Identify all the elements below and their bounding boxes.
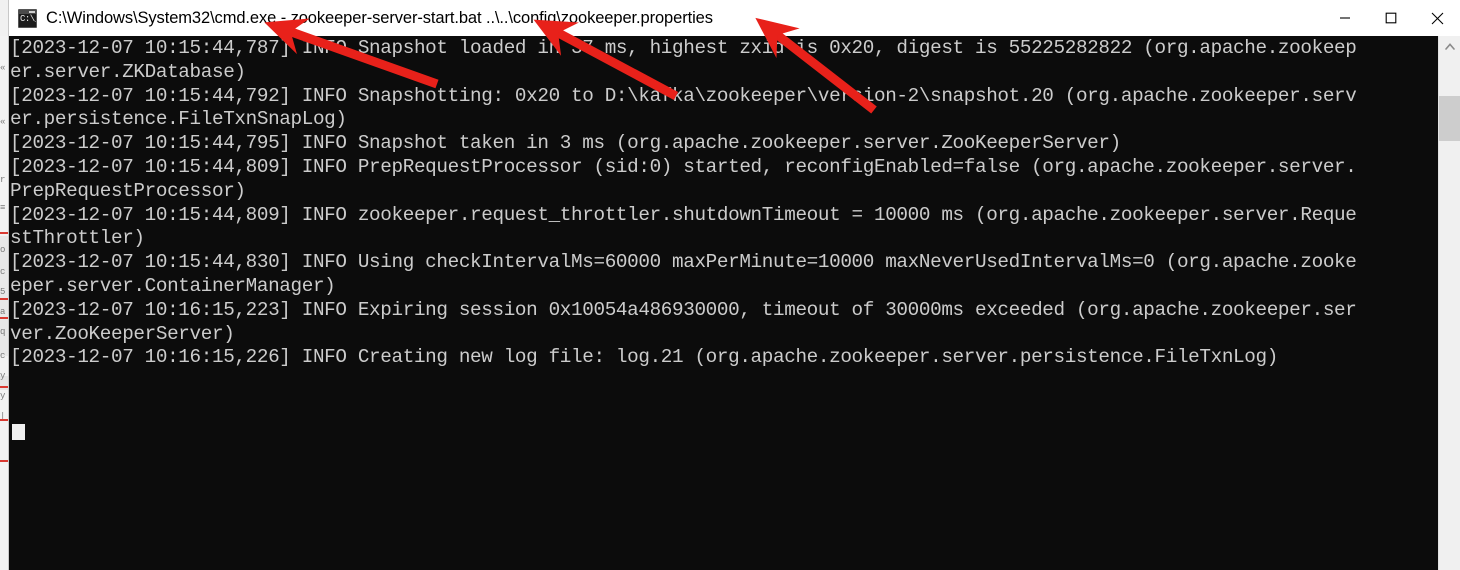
error-marker xyxy=(0,298,9,300)
scroll-up-button[interactable] xyxy=(1439,36,1460,57)
gutter-glyph: c xyxy=(0,268,6,277)
scrollbar-thumb[interactable] xyxy=(1439,96,1460,141)
error-marker xyxy=(0,232,9,234)
gutter-glyph: y xyxy=(0,372,6,381)
error-marker xyxy=(0,460,9,462)
gutter-glyph: c xyxy=(0,352,6,361)
error-marker xyxy=(0,386,9,388)
error-marker xyxy=(0,317,9,319)
maximize-icon xyxy=(1385,12,1397,24)
icon-controls-dots xyxy=(29,10,35,13)
gutter-glyph: y xyxy=(0,392,6,401)
error-marker xyxy=(0,419,9,421)
gutter-glyph: a xyxy=(0,308,6,317)
terminal-log-text: [2023-12-07 10:15:44,787] INFO Snapshot … xyxy=(10,37,1357,369)
title-bar[interactable]: C:\_ C:\Windows\System32\cmd.exe - zooke… xyxy=(9,0,1460,37)
cmd-console-icon: C:\_ xyxy=(18,8,37,28)
gutter-glyph: r xyxy=(0,176,6,185)
terminal-output-area[interactable]: [2023-12-07 10:15:44,787] INFO Snapshot … xyxy=(9,36,1460,570)
icon-prompt-text: C:\_ xyxy=(20,13,36,24)
scroll-up-icon xyxy=(1444,43,1455,50)
minimize-icon xyxy=(1340,17,1350,19)
desktop-background: « « r ≡ o c 5 a q c y y | C:\_ C:\Window… xyxy=(0,0,1460,570)
cmd-window: C:\_ C:\Windows\System32\cmd.exe - zooke… xyxy=(9,0,1460,570)
minimize-button[interactable] xyxy=(1322,0,1368,36)
gutter-glyph: « xyxy=(0,118,6,127)
gutter-glyph: o xyxy=(0,246,6,255)
window-controls xyxy=(1322,0,1460,36)
terminal-cursor xyxy=(12,424,25,440)
maximize-button[interactable] xyxy=(1368,0,1414,36)
gutter-glyph: 5 xyxy=(0,288,6,297)
gutter-glyph: q xyxy=(0,328,6,337)
gutter-glyph: « xyxy=(0,64,6,73)
close-button[interactable] xyxy=(1414,0,1460,36)
terminal-scrollbar[interactable] xyxy=(1438,36,1460,570)
window-title: C:\Windows\System32\cmd.exe - zookeeper-… xyxy=(46,8,713,27)
gutter-glyph: ≡ xyxy=(0,204,6,213)
close-icon xyxy=(1431,12,1443,24)
